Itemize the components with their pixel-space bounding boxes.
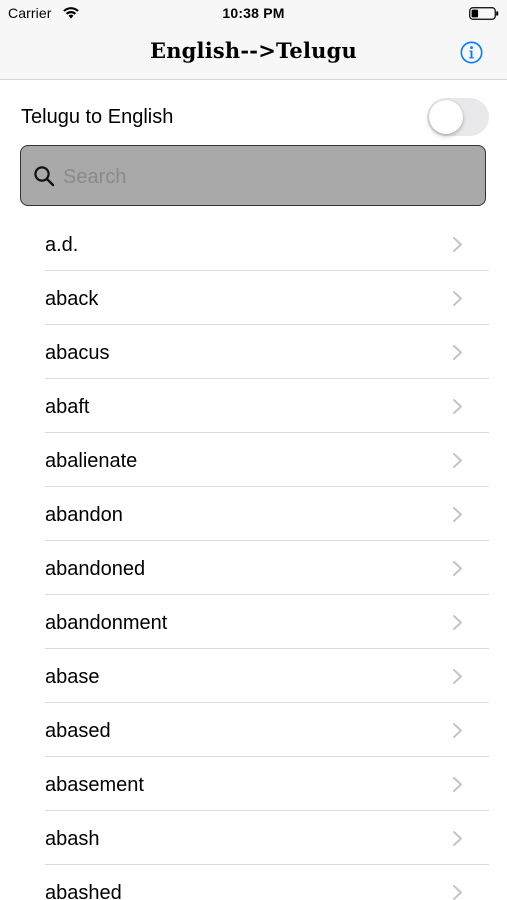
search-bar (20, 145, 486, 206)
word-label: abacus (45, 342, 110, 364)
word-label: abandoned (45, 558, 146, 580)
list-item[interactable]: abasement (0, 757, 507, 811)
chevron-right-icon (453, 291, 462, 306)
word-label: abasement (45, 774, 144, 796)
list-item[interactable]: abash (0, 811, 507, 865)
list-item[interactable]: abased (0, 703, 507, 757)
app-screen: Carrier 10:38 PM English-->Telugu Telugu… (0, 0, 507, 900)
chevron-right-icon (453, 777, 462, 792)
search-input[interactable] (61, 156, 475, 198)
toggle-label: Telugu to English (21, 106, 174, 128)
battery-icon (469, 7, 499, 20)
chevron-right-icon (453, 237, 462, 252)
list-item[interactable]: abacus (0, 325, 507, 379)
telugu-to-english-toggle[interactable] (427, 98, 489, 136)
word-label: abase (45, 666, 100, 688)
toggle-knob (429, 100, 463, 134)
telugu-to-english-row: Telugu to English (0, 80, 507, 144)
search-icon (34, 166, 55, 187)
list-item[interactable]: abalienate (0, 433, 507, 487)
word-list: a.d. aback abacus abaft abalienate aband… (0, 217, 507, 900)
word-label: abaft (45, 396, 90, 418)
chevron-right-icon (453, 507, 462, 522)
word-label: abashed (45, 882, 122, 900)
chevron-right-icon (453, 561, 462, 576)
word-label: a.d. (45, 234, 79, 256)
list-item[interactable]: a.d. (0, 217, 507, 271)
chevron-right-icon (453, 615, 462, 630)
list-item[interactable]: abandonment (0, 595, 507, 649)
word-label: abased (45, 720, 111, 742)
word-label: abash (45, 828, 100, 850)
status-bar: Carrier 10:38 PM (0, 0, 507, 28)
list-item[interactable]: aback (0, 271, 507, 325)
word-label: aback (45, 288, 99, 310)
chevron-right-icon (453, 453, 462, 468)
word-label: abalienate (45, 450, 138, 472)
info-icon[interactable] (460, 41, 483, 64)
word-label: abandonment (45, 612, 168, 634)
word-label: abandon (45, 504, 123, 526)
list-item[interactable]: abandoned (0, 541, 507, 595)
page-title: English-->Telugu (149, 38, 357, 63)
chevron-right-icon (453, 669, 462, 684)
chevron-right-icon (453, 831, 462, 846)
chevron-right-icon (453, 885, 462, 900)
list-item[interactable]: abaft (0, 379, 507, 433)
chevron-right-icon (453, 723, 462, 738)
chevron-right-icon (453, 399, 462, 414)
list-item[interactable]: abandon (0, 487, 507, 541)
chevron-right-icon (453, 345, 462, 360)
list-item[interactable]: abashed (0, 865, 507, 900)
status-time: 10:38 PM (222, 5, 285, 21)
navigation-bar: English-->Telugu (0, 28, 507, 80)
list-item[interactable]: abase (0, 649, 507, 703)
